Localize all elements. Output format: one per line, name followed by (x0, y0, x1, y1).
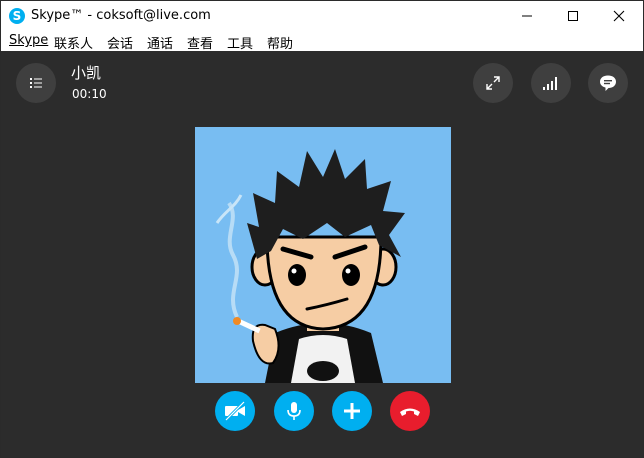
call-quality-button[interactable] (531, 63, 571, 103)
video-off-icon (224, 401, 246, 421)
contact-name: 小凯 (71, 64, 102, 82)
menu-call[interactable]: 通话 (147, 33, 173, 52)
menu-help[interactable]: 帮助 (267, 33, 293, 52)
microphone-icon (287, 402, 301, 420)
menu-bar: Skype 联系人 会话 通话 查看 工具 帮助 (1, 31, 643, 52)
fullscreen-button[interactable] (473, 63, 513, 103)
menu-contacts[interactable]: 联系人 (54, 33, 93, 52)
skype-window: S Skype™ - coksoft@live.com Skype 联系人 会话… (0, 0, 644, 458)
minimize-icon (522, 15, 532, 17)
menu-skype[interactable]: Skype (9, 33, 48, 48)
expand-icon (486, 76, 500, 90)
title-bar: S Skype™ - coksoft@live.com (1, 1, 643, 31)
cartoon-avatar-image (195, 127, 451, 383)
add-participant-button[interactable] (332, 391, 372, 431)
call-timer: 00:10 (72, 87, 107, 101)
close-button[interactable] (596, 1, 642, 31)
signal-bars-icon (543, 77, 557, 90)
hang-up-button[interactable] (390, 391, 430, 431)
maximize-icon (568, 11, 578, 21)
plus-icon (344, 403, 360, 419)
maximize-button[interactable] (550, 1, 596, 31)
chat-bubble-icon (600, 75, 616, 91)
mute-button[interactable] (274, 391, 314, 431)
menu-conversation[interactable]: 会话 (107, 33, 133, 52)
call-menu-button[interactable] (16, 63, 56, 103)
close-icon (613, 10, 625, 22)
menu-tools[interactable]: 工具 (227, 33, 253, 52)
hang-up-icon (400, 408, 420, 416)
video-toggle-button[interactable] (215, 391, 255, 431)
chat-button[interactable] (588, 63, 628, 103)
minimize-button[interactable] (504, 1, 550, 31)
call-area: 小凯 00:10 (1, 51, 643, 457)
contact-avatar (195, 127, 451, 383)
skype-logo-icon: S (9, 8, 25, 24)
list-icon (30, 78, 42, 88)
menu-view[interactable]: 查看 (187, 33, 213, 52)
window-title: Skype™ - coksoft@live.com (31, 8, 211, 23)
